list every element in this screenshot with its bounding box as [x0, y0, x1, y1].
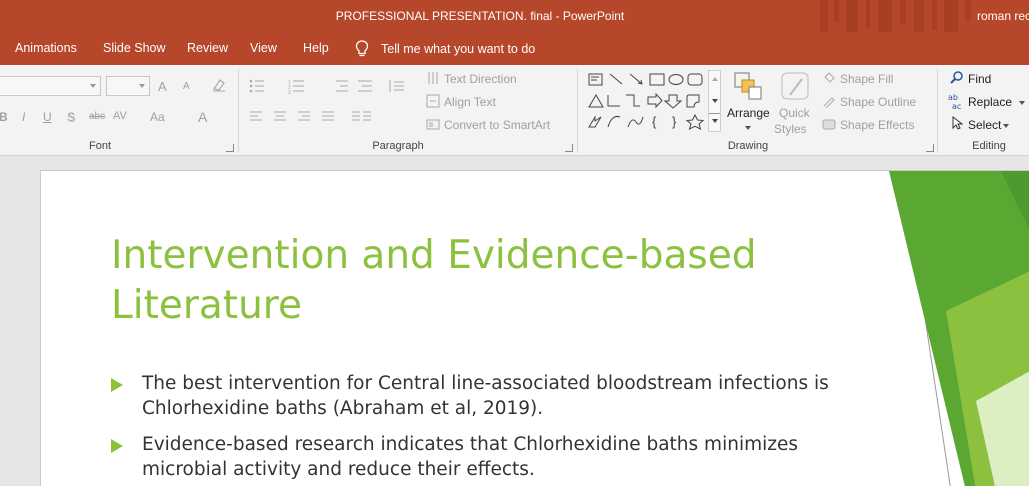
bullet-arrow-icon	[111, 378, 123, 392]
slide-title-line-2: Literature	[111, 283, 302, 328]
tab-animations[interactable]: Animations	[15, 32, 77, 65]
slide-canvas: Intervention and Evidence-based Literatu…	[0, 157, 1029, 486]
select-cursor-icon	[952, 116, 963, 130]
replace-dropdown-arrow[interactable]	[1019, 101, 1025, 105]
quick-styles-icon	[781, 72, 809, 100]
indent-spacing-icon[interactable]	[332, 78, 422, 94]
text-direction-icon	[428, 72, 438, 84]
bullet-line: Chlorhexidine baths (Abraham et al, 2019…	[142, 398, 544, 419]
ribbon: A A B I U S abc AV Aa A Font 123 Text Di…	[0, 65, 1029, 156]
svg-text:3: 3	[288, 90, 291, 94]
group-separator	[937, 69, 938, 153]
shape-fill-icon	[824, 72, 835, 83]
shape-effects-icon	[822, 119, 836, 130]
arrange-dropdown-arrow[interactable]	[745, 126, 751, 130]
ribbon-tabs: Animations Slide Show Review View Help T…	[0, 32, 1029, 65]
slide-title[interactable]: Intervention and Evidence-based Literatu…	[111, 231, 811, 331]
tab-view[interactable]: View	[250, 32, 277, 65]
shape-outline-button[interactable]: Shape Outline	[840, 95, 916, 109]
paragraph-group-label: Paragraph	[372, 140, 424, 152]
tab-review[interactable]: Review	[187, 32, 228, 65]
convert-to-smartart-button[interactable]: Convert to SmartArt	[444, 118, 550, 132]
bullet-line: The best intervention for Central line-a…	[142, 373, 829, 394]
shapes-gallery[interactable]: { }	[586, 70, 708, 132]
group-separator	[577, 69, 578, 153]
svg-text:}: }	[672, 114, 677, 129]
svg-text:ab: ab	[948, 93, 958, 102]
font-dialog-launcher[interactable]	[226, 144, 234, 152]
shape-fill-button[interactable]: Shape Fill	[840, 72, 893, 86]
window-title: PROFESSIONAL PRESENTATION. final - Power…	[335, 9, 625, 23]
italic-button[interactable]: I	[22, 110, 25, 124]
find-icon	[950, 71, 963, 84]
select-dropdown-arrow[interactable]	[1003, 124, 1009, 128]
font-group-label: Font	[88, 140, 111, 152]
shadow-button[interactable]: S	[67, 110, 75, 124]
arrange-icon	[734, 72, 762, 100]
group-separator	[238, 69, 239, 153]
account-name[interactable]: roman rec	[977, 0, 1029, 32]
title-bar: PROFESSIONAL PRESENTATION. final - Power…	[0, 0, 1029, 32]
svg-text:{: {	[652, 114, 657, 129]
alignment-buttons-icon[interactable]	[248, 110, 338, 124]
shape-outline-icon	[823, 97, 835, 108]
paragraph-dialog-launcher[interactable]	[565, 144, 573, 152]
shapes-gallery-scroll[interactable]	[708, 70, 721, 132]
tell-me-label: Tell me what you want to do	[381, 41, 536, 56]
replace-button[interactable]: Replace	[968, 95, 1012, 109]
bullet-line: microbial activity and reduce their effe…	[142, 459, 535, 480]
font-color-button[interactable]: A	[198, 109, 207, 125]
clear-formatting-icon[interactable]	[211, 77, 227, 93]
drawing-group-label: Drawing	[727, 140, 769, 152]
font-name-combo[interactable]	[0, 76, 101, 96]
font-size-combo[interactable]	[106, 76, 150, 96]
shape-effects-button[interactable]: Shape Effects	[840, 118, 915, 132]
slide-title-line-1: Intervention and Evidence-based	[111, 233, 757, 278]
bullet-line: Evidence-based research indicates that C…	[142, 434, 798, 455]
drawing-dialog-launcher[interactable]	[926, 144, 934, 152]
lightbulb-icon	[355, 39, 369, 56]
columns-icon[interactable]	[352, 110, 376, 124]
slide[interactable]: Intervention and Evidence-based Literatu…	[40, 170, 1029, 486]
align-text-button[interactable]: Align Text	[444, 95, 496, 109]
replace-icon: ab ac	[948, 93, 961, 110]
arrange-button[interactable]: Arrange	[727, 106, 770, 120]
tell-me-search[interactable]: Tell me what you want to do	[355, 32, 535, 65]
list-buttons-icon[interactable]: 123	[248, 78, 318, 94]
text-direction-button[interactable]: Text Direction	[444, 72, 517, 86]
smartart-icon	[426, 119, 440, 130]
quick-styles-label-2[interactable]: Styles	[774, 122, 807, 136]
align-text-icon	[426, 94, 440, 108]
change-case-button[interactable]: Aa	[150, 110, 165, 124]
quick-styles-label-1[interactable]: Quick	[779, 106, 810, 120]
select-button[interactable]: Select	[968, 118, 1001, 132]
grow-font-button[interactable]: A	[158, 79, 167, 94]
svg-text:ac: ac	[952, 102, 961, 110]
bullet-arrow-icon	[111, 439, 123, 453]
tab-help[interactable]: Help	[303, 32, 329, 65]
character-spacing-button[interactable]: AV	[113, 110, 127, 122]
tab-slide-show[interactable]: Slide Show	[103, 32, 166, 65]
bold-button[interactable]: B	[0, 110, 8, 124]
find-button[interactable]: Find	[968, 72, 991, 86]
strikethrough-button[interactable]: abc	[89, 111, 105, 122]
underline-button[interactable]: U	[43, 110, 52, 124]
editing-group-label: Editing	[972, 140, 1006, 152]
shrink-font-button[interactable]: A	[183, 81, 190, 92]
